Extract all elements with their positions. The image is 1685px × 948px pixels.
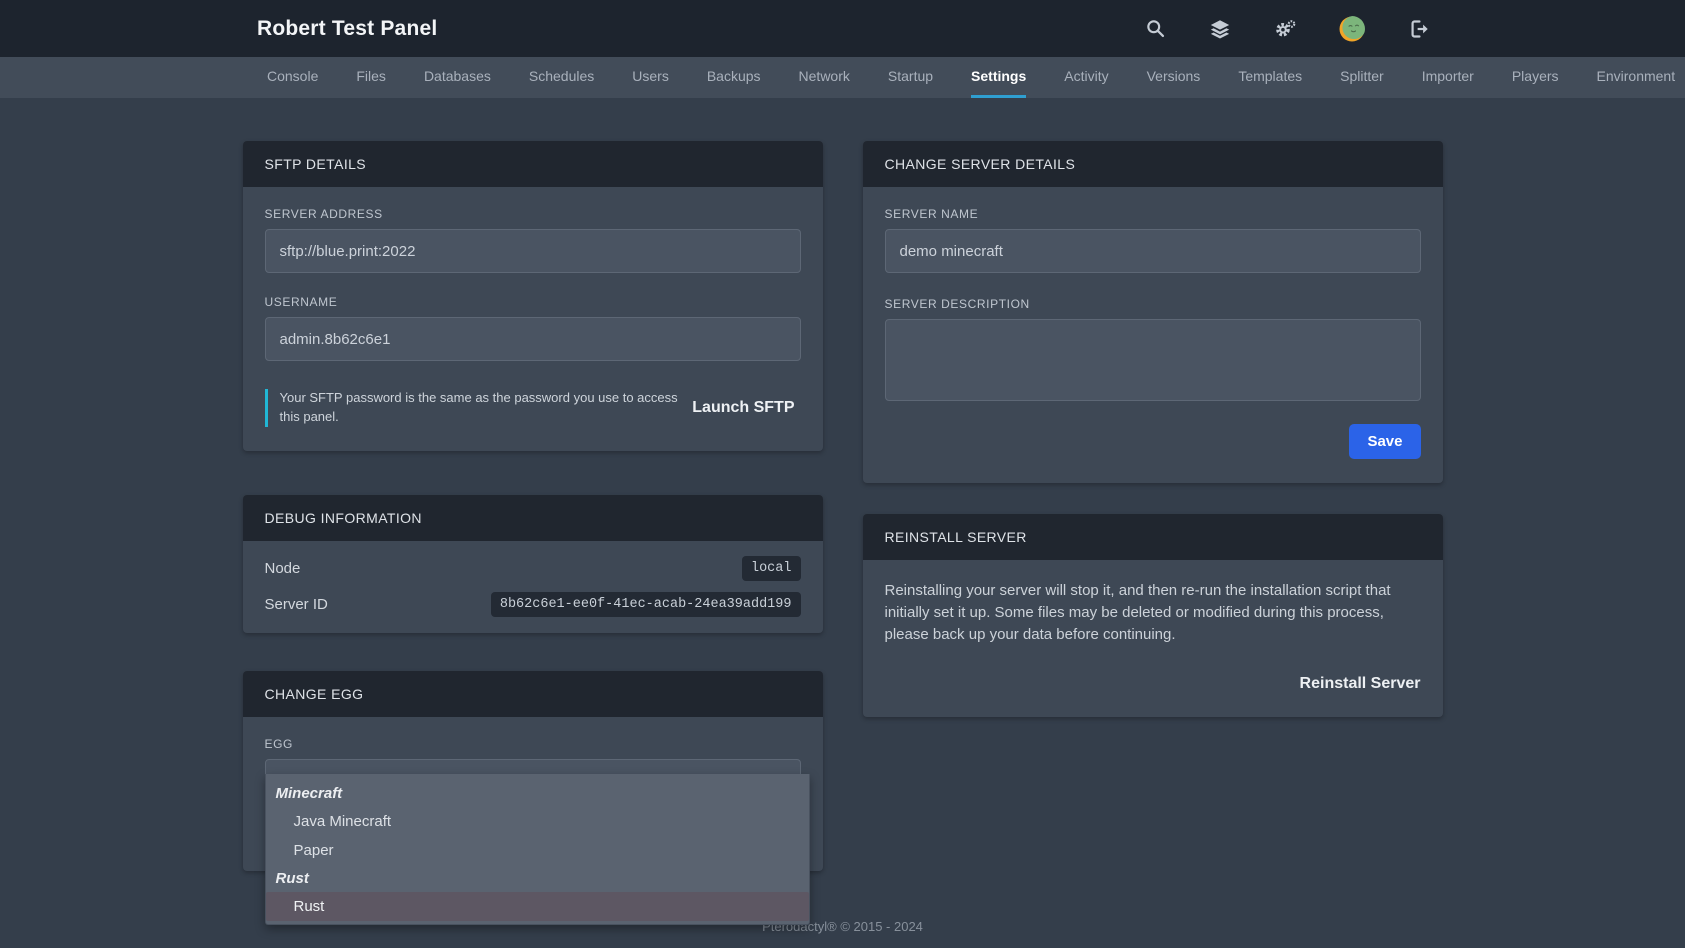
egg-group-rust: Rust — [266, 865, 809, 892]
server-description-label: SERVER DESCRIPTION — [885, 297, 1421, 311]
tab-users[interactable]: Users — [632, 57, 669, 98]
server-id-label: Server ID — [265, 596, 328, 613]
node-value-badge: local — [742, 556, 801, 581]
egg-option-paper[interactable]: Paper — [266, 836, 809, 865]
server-description-textarea[interactable] — [885, 319, 1421, 401]
server-address-input[interactable] — [265, 229, 801, 273]
tab-startup[interactable]: Startup — [888, 57, 933, 98]
tab-versions[interactable]: Versions — [1147, 57, 1201, 98]
left-column: SFTP DETAILS SERVER ADDRESS USERNAME You… — [243, 141, 823, 871]
sftp-card-title: SFTP DETAILS — [243, 141, 823, 187]
copyright-footer: Pterodactyl® © 2015 - 2024 — [0, 919, 1685, 934]
username-label: USERNAME — [265, 295, 801, 309]
search-icon[interactable] — [1144, 18, 1166, 40]
tab-environment[interactable]: Environment — [1597, 57, 1676, 98]
avatar[interactable] — [1339, 16, 1365, 42]
change-egg-card-title: CHANGE EGG — [243, 671, 823, 717]
reinstall-warning-text: Reinstalling your server will stop it, a… — [885, 580, 1421, 645]
debug-information-card: DEBUG INFORMATION Node local Server ID 8… — [243, 495, 823, 633]
settings-page-content: SFTP DETAILS SERVER ADDRESS USERNAME You… — [243, 141, 1443, 871]
gears-icon[interactable] — [1274, 18, 1296, 40]
tab-databases[interactable]: Databases — [424, 57, 491, 98]
node-label: Node — [265, 560, 301, 577]
layers-icon[interactable] — [1209, 18, 1231, 40]
tab-importer[interactable]: Importer — [1422, 57, 1474, 98]
header-icon-group — [1144, 0, 1430, 57]
tab-settings[interactable]: Settings — [971, 57, 1026, 98]
change-server-details-card: CHANGE SERVER DETAILS SERVER NAME SERVER… — [863, 141, 1443, 483]
save-button[interactable]: Save — [1349, 424, 1420, 459]
server-id-value-badge: 8b62c6e1-ee0f-41ec-acab-24ea39add199 — [491, 592, 801, 617]
server-address-label: SERVER ADDRESS — [265, 207, 801, 221]
tab-templates[interactable]: Templates — [1238, 57, 1302, 98]
server-nav-tabs: Console Files Databases Schedules Users … — [0, 57, 1685, 98]
egg-label: EGG — [265, 737, 801, 751]
debug-card-title: DEBUG INFORMATION — [243, 495, 823, 541]
egg-dropdown-menu: Minecraft Java Minecraft Paper Rust Rust — [265, 774, 810, 925]
tab-files[interactable]: Files — [356, 57, 386, 98]
change-egg-card: CHANGE EGG EGG Rust Minecraft Java Minec… — [243, 671, 823, 871]
launch-sftp-button[interactable]: Launch SFTP — [692, 399, 794, 417]
reinstall-server-card: REINSTALL SERVER Reinstalling your serve… — [863, 514, 1443, 717]
egg-option-java-minecraft[interactable]: Java Minecraft — [266, 807, 809, 836]
tab-players[interactable]: Players — [1512, 57, 1559, 98]
app-title: Robert Test Panel — [257, 17, 437, 41]
tab-console[interactable]: Console — [267, 57, 318, 98]
tab-activity[interactable]: Activity — [1064, 57, 1108, 98]
sftp-password-note: Your SFTP password is the same as the pa… — [265, 389, 690, 427]
debug-row-node: Node local — [265, 553, 801, 585]
right-column: CHANGE SERVER DETAILS SERVER NAME SERVER… — [863, 141, 1443, 871]
top-header: Robert Test Panel — [0, 0, 1685, 57]
server-details-card-title: CHANGE SERVER DETAILS — [863, 141, 1443, 187]
username-input[interactable] — [265, 317, 801, 361]
logout-icon[interactable] — [1408, 18, 1430, 40]
egg-option-rust[interactable]: Rust — [266, 892, 809, 921]
reinstall-server-button[interactable]: Reinstall Server — [1300, 675, 1421, 693]
debug-row-server-id: Server ID 8b62c6e1-ee0f-41ec-acab-24ea39… — [265, 589, 801, 621]
server-name-input[interactable] — [885, 229, 1421, 273]
tab-schedules[interactable]: Schedules — [529, 57, 594, 98]
reinstall-card-title: REINSTALL SERVER — [863, 514, 1443, 560]
tab-splitter[interactable]: Splitter — [1340, 57, 1384, 98]
egg-group-minecraft: Minecraft — [266, 780, 809, 807]
tab-backups[interactable]: Backups — [707, 57, 761, 98]
tab-network[interactable]: Network — [799, 57, 850, 98]
server-name-label: SERVER NAME — [885, 207, 1421, 221]
sftp-details-card: SFTP DETAILS SERVER ADDRESS USERNAME You… — [243, 141, 823, 451]
